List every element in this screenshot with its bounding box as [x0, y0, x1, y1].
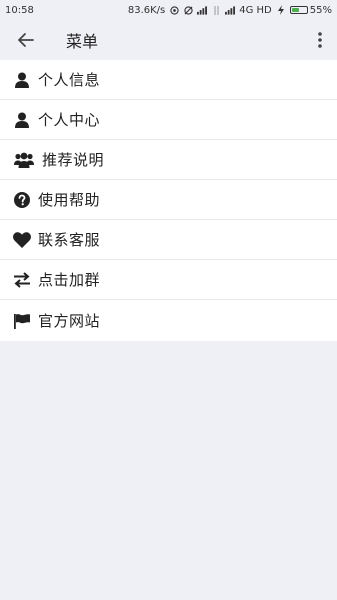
more-vertical-icon [318, 32, 322, 48]
user-icon [12, 110, 32, 130]
status-time: 10:58 [5, 4, 34, 16]
menu-item-label: 个人中心 [38, 111, 101, 129]
menu-item-join-group[interactable]: 点击加群 [0, 260, 337, 300]
users-group-icon [12, 150, 36, 170]
menu-list: 个人信息 个人中心 推荐说明 使用帮助 联系客服 点击加群 官方网站 [0, 60, 337, 341]
status-bar: 10:58 83.6K/s 4G HD 55% [0, 0, 337, 20]
back-arrow-icon [18, 33, 34, 47]
menu-item-usage-help[interactable]: 使用帮助 [0, 180, 337, 220]
more-options-button[interactable] [311, 26, 329, 54]
menu-item-official-website[interactable]: 官方网站 [0, 300, 337, 341]
net-speed: 83.6K/s [127, 4, 166, 16]
battery-indicator: 55% [289, 4, 332, 16]
user-icon [12, 70, 32, 90]
question-circle-icon [12, 190, 32, 210]
sync-off-icon [183, 5, 193, 15]
signal-icon [197, 5, 208, 15]
menu-item-referral-info[interactable]: 推荐说明 [0, 140, 337, 180]
menu-item-personal-center[interactable]: 个人中心 [0, 100, 337, 140]
menu-item-personal-info[interactable]: 个人信息 [0, 60, 337, 100]
exchange-arrows-icon [12, 270, 32, 290]
menu-item-customer-service[interactable]: 联系客服 [0, 220, 337, 260]
battery-fill [291, 8, 299, 12]
network-type: 4G HD [239, 4, 272, 16]
menu-item-label: 推荐说明 [42, 151, 105, 169]
menu-item-label: 点击加群 [38, 271, 101, 289]
menu-item-label: 个人信息 [38, 71, 101, 89]
signal-icon-2 [225, 5, 236, 15]
heart-icon [12, 230, 32, 250]
menu-item-label: 官方网站 [38, 312, 101, 330]
menu-item-label: 联系客服 [38, 231, 101, 249]
data-transfer-icon [211, 5, 221, 15]
battery-percent: 55% [309, 4, 332, 16]
menu-item-label: 使用帮助 [38, 191, 101, 209]
flag-icon [12, 311, 32, 331]
page-title: 菜单 [66, 32, 99, 51]
nfc-icon [169, 5, 179, 15]
toolbar: 菜单 [0, 20, 337, 60]
battery-icon [289, 6, 308, 14]
charging-bolt-icon [276, 5, 286, 15]
back-button[interactable] [0, 20, 52, 60]
status-indicators: 83.6K/s 4G HD 55% [128, 5, 332, 16]
